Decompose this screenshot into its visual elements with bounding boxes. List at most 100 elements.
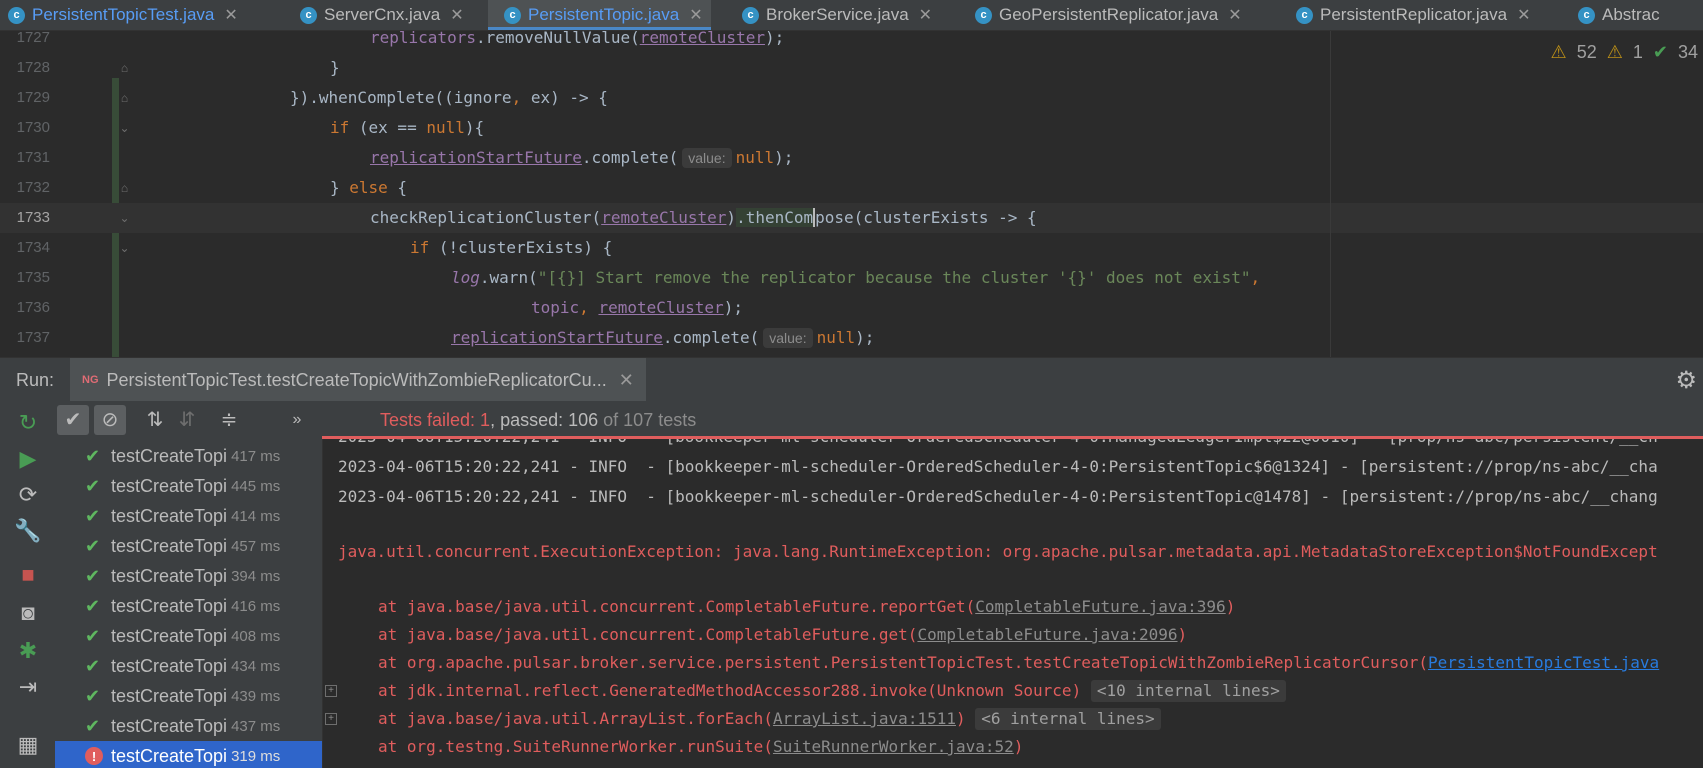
test-item[interactable]: ✔ testCreateTopi 417 ms xyxy=(55,441,322,471)
sort-duration-icon[interactable]: ⇵ xyxy=(171,405,203,435)
test-item[interactable]: ✔ testCreateTopi 434 ms xyxy=(55,651,322,681)
test-item[interactable]: ✔ testCreateTopi 439 ms xyxy=(55,681,322,711)
internal-lines-fold[interactable]: <10 internal lines> xyxy=(1090,680,1286,702)
stack-frame: at java.base/java.util.concurrent.Comple… xyxy=(378,597,1236,616)
close-icon[interactable]: ✕ xyxy=(450,5,463,25)
tab-persistent-replicator[interactable]: c PersistentReplicator.java ✕ xyxy=(1296,0,1531,30)
passed-icon: ✔ xyxy=(85,715,101,736)
gear-icon[interactable]: ⚙ xyxy=(1675,366,1697,395)
test-item[interactable]: ✔ testCreateTopi 437 ms xyxy=(55,711,322,741)
source-link[interactable]: ArrayList.java:1511 xyxy=(773,709,956,728)
tab-abstract[interactable]: c Abstrac xyxy=(1578,0,1660,30)
code-line-current[interactable]: 1733 ⌄ checkReplicationCluster(remoteClu… xyxy=(0,203,1703,233)
stack-frame: at org.apache.pulsar.broker.service.pers… xyxy=(378,648,1659,678)
close-icon[interactable]: ✕ xyxy=(1517,5,1530,25)
code-editor[interactable]: 1727 replicators.removeNullValue(remoteC… xyxy=(0,31,1703,357)
line-number: 1727 xyxy=(16,31,50,46)
fold-end-icon[interactable]: ⌂ xyxy=(118,92,131,105)
wrench-icon[interactable]: 🔧 xyxy=(14,517,42,545)
test-duration: 417 ms xyxy=(231,447,281,465)
run-tool-window-header: Run: NG PersistentTopicTest.testCreateTo… xyxy=(0,357,1703,402)
show-passed-icon[interactable]: ✔ xyxy=(57,405,89,435)
test-duration: 437 ms xyxy=(231,717,281,735)
internal-lines-fold[interactable]: <6 internal lines> xyxy=(975,708,1161,730)
test-item[interactable]: ✔ testCreateTopi 414 ms xyxy=(55,501,322,531)
console-output[interactable]: 2023-04-06T15:20:22,241 - INFO - [bookke… xyxy=(323,439,1703,768)
toggle-auto-test-icon[interactable]: ⟳ xyxy=(14,481,42,509)
source-link[interactable]: PersistentTopicTest.java xyxy=(1428,653,1659,672)
test-name: testCreateTopi xyxy=(111,655,228,676)
test-results-tree[interactable]: ✔ testCreateTopi 417 ms ✔ testCreateTopi 445… xyxy=(55,439,323,768)
java-class-icon: c xyxy=(1296,6,1313,24)
warnings-count: 52 xyxy=(1576,42,1597,62)
fold-end-icon[interactable]: ⌂ xyxy=(118,62,131,75)
fold-start-icon[interactable]: ⌄ xyxy=(118,122,131,135)
expand-all-icon[interactable]: ≑ xyxy=(213,405,245,435)
passed-icon: ✔ xyxy=(85,625,101,646)
test-item[interactable]: ✔ testCreateTopi 408 ms xyxy=(55,621,322,651)
passed-icon: ✔ xyxy=(85,595,101,616)
fold-start-icon[interactable]: ⌄ xyxy=(118,242,131,255)
code-line[interactable]: 1730 ⌄ if (ex == null){ xyxy=(0,113,1703,143)
code-line[interactable]: 1728 ⌂ } xyxy=(0,53,1703,83)
test-item-selected[interactable]: ! testCreateTopi 319 ms xyxy=(55,741,322,768)
tab-label: GeoPersistentReplicator.java xyxy=(999,5,1219,24)
source-link[interactable]: CompletableFuture.java:2096 xyxy=(917,625,1177,644)
code-line[interactable]: 1731 replicationStartFuture.complete(val… xyxy=(0,143,1703,173)
close-icon[interactable]: ✕ xyxy=(689,5,702,25)
source-link[interactable]: CompletableFuture.java:396 xyxy=(975,597,1225,616)
exit-icon[interactable]: ⇥ xyxy=(14,673,42,701)
close-icon[interactable]: ✕ xyxy=(224,5,237,25)
rerun-icon[interactable]: ↻ xyxy=(14,409,42,437)
code-line[interactable]: 1734 ⌄ if (!clusterExists) { xyxy=(0,233,1703,263)
rerun-failed-icon[interactable]: ▶ xyxy=(14,445,42,473)
frame-text: at jdk.internal.reflect.GeneratedMethodA… xyxy=(378,681,1082,700)
java-class-icon: c xyxy=(300,6,317,24)
code-line[interactable]: 1729 ⌂ }).whenComplete((ignore, ex) -> { xyxy=(0,83,1703,113)
tab-label: PersistentTopic.java xyxy=(528,5,680,24)
test-name: testCreateTopi xyxy=(111,685,228,706)
code-line[interactable]: 1737 replicationStartFuture.complete(val… xyxy=(0,323,1703,353)
close-icon[interactable]: ✕ xyxy=(919,5,932,25)
fold-start-icon[interactable]: ⌄ xyxy=(118,212,131,225)
test-duration: 439 ms xyxy=(231,687,281,705)
test-item[interactable]: ✔ testCreateTopi 416 ms xyxy=(55,591,322,621)
tab-persistent-topic-test[interactable]: c PersistentTopicTest.java ✕ xyxy=(8,0,238,30)
close-icon[interactable]: ✕ xyxy=(619,370,634,391)
fold-end-icon[interactable]: ⌂ xyxy=(118,182,131,195)
close-icon[interactable]: ✕ xyxy=(1228,5,1241,25)
stop-icon[interactable]: ■ xyxy=(14,561,42,589)
camera-icon[interactable]: ◙ xyxy=(14,599,42,627)
passed-count: , passed: 106 xyxy=(490,410,599,430)
test-item[interactable]: ✔ testCreateTopi 457 ms xyxy=(55,531,322,561)
test-item[interactable]: ✔ testCreateTopi 445 ms xyxy=(55,471,322,501)
line-number: 1728 xyxy=(16,59,50,76)
layout-icon[interactable]: ▦ xyxy=(14,731,42,759)
tab-broker-service[interactable]: c BrokerService.java ✕ xyxy=(742,0,932,30)
test-item[interactable]: ✔ testCreateTopi 394 ms xyxy=(55,561,322,591)
testng-icon: NG xyxy=(82,374,99,386)
source-link[interactable]: SuiteRunnerWorker.java:52 xyxy=(773,737,1014,756)
code-line[interactable]: 1732 ⌂ } else { xyxy=(0,173,1703,203)
debug-icon[interactable]: ✱ xyxy=(14,637,42,665)
test-name: testCreateTopi xyxy=(111,565,228,586)
expand-icon[interactable]: + xyxy=(325,685,337,697)
test-name: testCreateTopi xyxy=(111,445,228,466)
tab-geo-persistent-replicator[interactable]: c GeoPersistentReplicator.java ✕ xyxy=(975,0,1242,30)
sort-alpha-icon[interactable]: ⇅ xyxy=(139,405,171,435)
line-number: 1733 xyxy=(16,209,50,226)
show-ignored-icon[interactable]: ⊘ xyxy=(94,405,126,435)
code-text: checkReplicationCluster(remoteCluster).t… xyxy=(370,208,1037,227)
tab-server-cnx[interactable]: c ServerCnx.java ✕ xyxy=(300,0,464,30)
inspection-widget[interactable]: ⚠ 52 ⚠ 1 ✔ 34 xyxy=(1551,42,1698,63)
more-icon[interactable]: » xyxy=(281,405,313,435)
java-class-icon: c xyxy=(8,6,25,24)
code-line[interactable]: 1736 topic, remoteCluster); xyxy=(0,293,1703,323)
stack-frame: at java.base/java.util.ArrayList.forEach… xyxy=(378,704,1161,734)
run-config-tab[interactable]: NG PersistentTopicTest.testCreateTopicWi… xyxy=(70,358,646,402)
code-line[interactable]: 1735 log.warn("[{}] Start remove the rep… xyxy=(0,263,1703,293)
tab-label: ServerCnx.java xyxy=(324,5,441,24)
expand-icon[interactable]: + xyxy=(325,713,337,725)
code-line[interactable]: 1727 replicators.removeNullValue(remoteC… xyxy=(0,31,1703,53)
tab-persistent-topic[interactable]: c PersistentTopic.java ✕ xyxy=(488,0,711,30)
